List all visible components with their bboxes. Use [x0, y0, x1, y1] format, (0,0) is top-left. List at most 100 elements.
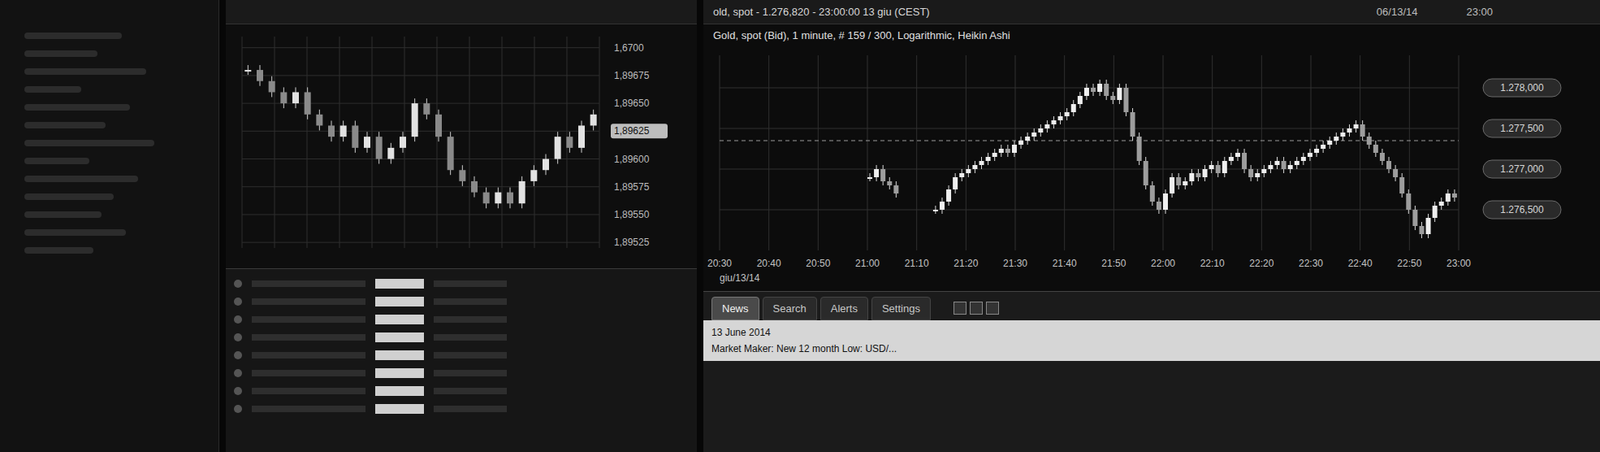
svg-text:22:10: 22:10 — [1200, 257, 1225, 269]
sidebar-item[interactable] — [24, 68, 147, 75]
svg-text:1.277,500: 1.277,500 — [1500, 122, 1544, 135]
table-row[interactable] — [233, 312, 689, 326]
svg-text:20:50: 20:50 — [805, 257, 831, 269]
table-row[interactable] — [233, 276, 689, 290]
svg-text:21:30: 21:30 — [1003, 257, 1028, 269]
row-dot-icon — [233, 297, 243, 306]
svg-text:1,89675: 1,89675 — [614, 69, 650, 82]
row-cell — [433, 369, 507, 377]
row-value-box — [375, 296, 424, 307]
row-cell — [433, 333, 507, 341]
window-controls — [953, 301, 999, 315]
table-row[interactable] — [233, 348, 689, 362]
sidebar-item[interactable] — [24, 139, 155, 147]
sidebar-item[interactable] — [24, 229, 126, 236]
news-tab[interactable]: News — [711, 296, 760, 321]
svg-text:23:00: 23:00 — [1446, 257, 1471, 269]
svg-text:1.276,500: 1.276,500 — [1500, 203, 1544, 216]
svg-text:21:50: 21:50 — [1101, 257, 1126, 269]
svg-text:20:40: 20:40 — [756, 257, 782, 269]
news-toolbar: NewsSearchAlertsSettings — [703, 291, 1600, 321]
row-dot-icon — [233, 279, 243, 288]
row-cell — [251, 369, 366, 377]
svg-text:1,6700: 1,6700 — [614, 42, 645, 54]
svg-text:22:20: 22:20 — [1249, 257, 1274, 269]
right-column: old, spot - 1.276,820 - 23:00:00 13 giu … — [703, 0, 1600, 452]
sidebar-item[interactable] — [24, 175, 139, 182]
svg-text:1,89550: 1,89550 — [614, 208, 650, 221]
svg-text:giu/13/14: giu/13/14 — [719, 272, 761, 284]
row-dot-icon — [233, 332, 243, 342]
row-value-box — [375, 350, 424, 360]
minimize-icon[interactable] — [953, 301, 967, 315]
svg-text:21:40: 21:40 — [1052, 257, 1077, 269]
sidebar-item[interactable] — [24, 103, 130, 111]
header-date: 06/13/14 — [1376, 4, 1419, 21]
table-row[interactable] — [233, 384, 689, 398]
news-tab[interactable]: Search — [762, 296, 818, 321]
row-cell — [433, 405, 507, 412]
row-dot-icon — [233, 315, 243, 324]
news-tab[interactable]: Alerts — [820, 296, 869, 321]
row-value-box — [375, 278, 424, 289]
left-chart-panel: 1,67001,896751,896501,896251,896001,8957… — [225, 24, 697, 269]
sidebar-item[interactable] — [24, 211, 102, 218]
gold-price-chart: 20:30 20:40 20:50 21:00 21:10 21:20 21:30 21:40… — [703, 47, 1589, 291]
news-headline[interactable]: Market Maker: New 12 month Low: USD/... — [711, 341, 1592, 356]
svg-text:1,89525: 1,89525 — [614, 236, 650, 248]
sidebar-item[interactable] — [24, 246, 94, 254]
sidebar — [0, 0, 220, 452]
trading-screen: 1,67001,896751,896501,896251,896001,8957… — [0, 0, 1600, 452]
row-cell — [251, 405, 366, 412]
row-value-box — [375, 385, 424, 396]
table-row[interactable] — [233, 330, 689, 344]
maximize-icon[interactable] — [969, 301, 983, 315]
sidebar-item[interactable] — [24, 86, 82, 93]
svg-text:20:30: 20:30 — [707, 257, 732, 269]
sidebar-item[interactable] — [24, 193, 114, 200]
sidebar-item[interactable] — [24, 32, 122, 39]
chart-header: old, spot - 1.276,820 - 23:00:00 13 giu … — [703, 0, 1600, 25]
svg-text:1,89650: 1,89650 — [614, 97, 650, 109]
row-dot-icon — [233, 350, 243, 359]
table-row[interactable] — [233, 402, 689, 416]
row-cell — [433, 298, 507, 305]
sidebar-item[interactable] — [24, 157, 90, 165]
row-cell — [433, 387, 507, 394]
row-dot-icon — [233, 368, 243, 377]
row-cell — [251, 333, 366, 341]
row-value-box — [375, 332, 424, 342]
svg-text:22:50: 22:50 — [1396, 257, 1422, 269]
row-cell — [251, 315, 366, 323]
table-row[interactable] — [233, 366, 689, 380]
order-table — [225, 268, 697, 452]
svg-text:21:20: 21:20 — [953, 257, 978, 269]
svg-text:1.278,000: 1.278,000 — [1500, 82, 1544, 94]
sidebar-item[interactable] — [24, 121, 106, 129]
chart-panel: Gold, spot (Bid), 1 minute, # 159 / 300,… — [703, 24, 1600, 291]
row-value-box — [375, 314, 424, 325]
header-time: 23:00 — [1465, 4, 1493, 21]
left-header — [225, 0, 697, 25]
row-cell — [433, 280, 507, 287]
svg-text:1,89625: 1,89625 — [614, 125, 650, 137]
header-title: old, spot - 1.276,820 - 23:00:00 13 giu … — [713, 4, 930, 21]
close-icon[interactable] — [985, 301, 999, 315]
svg-text:21:00: 21:00 — [855, 257, 880, 269]
row-value-box — [375, 367, 424, 378]
chart-title: Gold, spot (Bid), 1 minute, # 159 / 300,… — [703, 24, 1600, 48]
svg-text:22:40: 22:40 — [1348, 257, 1373, 269]
svg-text:22:30: 22:30 — [1298, 257, 1324, 269]
row-dot-icon — [233, 386, 243, 395]
row-cell — [433, 315, 507, 323]
left-candlestick-chart: 1,67001,896751,896501,896251,896001,8957… — [225, 24, 697, 269]
svg-text:1,89575: 1,89575 — [614, 181, 650, 193]
svg-text:21:10: 21:10 — [904, 257, 930, 269]
news-list: 13 June 2014Market Maker: New 12 month L… — [703, 320, 1600, 361]
news-tab[interactable]: Settings — [871, 296, 931, 321]
sidebar-item[interactable] — [24, 50, 98, 57]
row-cell — [251, 351, 366, 359]
row-cell — [433, 351, 507, 359]
row-cell — [251, 280, 366, 287]
table-row[interactable] — [233, 294, 689, 308]
